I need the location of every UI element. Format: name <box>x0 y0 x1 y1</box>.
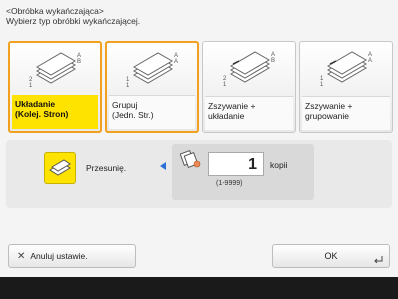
copies-box: 1 kopii (1-9999) <box>172 144 314 200</box>
copies-unit: kopii <box>270 160 288 170</box>
option-group-label: Grupuj (Jedn. Str.) <box>109 95 195 129</box>
option-collate[interactable]: 1 2 A B Układanie (Kolej. Stron) <box>8 41 102 133</box>
arrow-left-icon <box>160 162 166 170</box>
ok-label: OK <box>324 251 338 261</box>
option-group[interactable]: 1 1 A A Grupuj (Jedn. Str.) <box>105 41 199 133</box>
option-staple-collate-label: Zszywanie + układanie <box>205 96 293 130</box>
option-staple-group-label: Zszywanie + grupowanie <box>302 96 390 130</box>
staple-collate-icon: 1 2 A B <box>203 42 295 94</box>
svg-text:B: B <box>77 59 81 65</box>
settings-panel: Przesunię. 1 kopii (1-9999) <box>6 140 392 208</box>
ok-button[interactable]: OK <box>272 244 390 268</box>
enter-icon <box>374 256 383 263</box>
shift-button[interactable] <box>44 152 76 184</box>
finishing-options: 1 2 A B Układanie (Kolej. Stron) 1 1 A A… <box>8 41 394 133</box>
svg-text:1: 1 <box>126 83 130 89</box>
svg-text:1: 1 <box>320 82 324 88</box>
staple-group-icon: 1 1 A A <box>300 42 392 94</box>
option-collate-label: Układanie (Kolej. Stron) <box>12 95 98 129</box>
svg-text:1: 1 <box>29 83 33 89</box>
group-pages-icon: 1 1 A A <box>107 43 197 95</box>
svg-text:B: B <box>271 58 275 64</box>
option-staple-collate[interactable]: 1 2 A B Zszywanie + układanie <box>202 41 296 133</box>
svg-text:1: 1 <box>223 82 227 88</box>
cancel-label: Anuluj ustawie. <box>30 251 88 261</box>
cancel-settings-button[interactable]: ✕ Anuluj ustawie. <box>8 244 136 268</box>
header: <Obróbka wykańczająca> Wybierz typ obrób… <box>6 6 140 26</box>
svg-text:A: A <box>174 59 178 65</box>
screen-subtitle: Wybierz typ obróbki wykańczającej. <box>6 16 141 26</box>
svg-text:1: 1 <box>320 76 324 82</box>
shift-pages-icon <box>49 159 71 176</box>
option-staple-group[interactable]: 1 1 A A Zszywanie + grupowanie <box>299 41 393 133</box>
close-icon: ✕ <box>17 250 26 262</box>
svg-text:2: 2 <box>223 76 227 82</box>
copies-icon <box>180 150 201 168</box>
screen-title: <Obróbka wykańczająca> <box>6 6 104 16</box>
footer-bar <box>0 277 398 299</box>
copies-input[interactable]: 1 <box>208 152 264 176</box>
collate-pages-icon: 1 2 A B <box>10 43 100 95</box>
copies-range: (1-9999) <box>216 180 243 187</box>
svg-text:2: 2 <box>29 77 33 83</box>
shift-label: Przesunię. <box>86 163 127 173</box>
svg-text:A: A <box>368 58 372 64</box>
svg-text:1: 1 <box>126 77 130 83</box>
